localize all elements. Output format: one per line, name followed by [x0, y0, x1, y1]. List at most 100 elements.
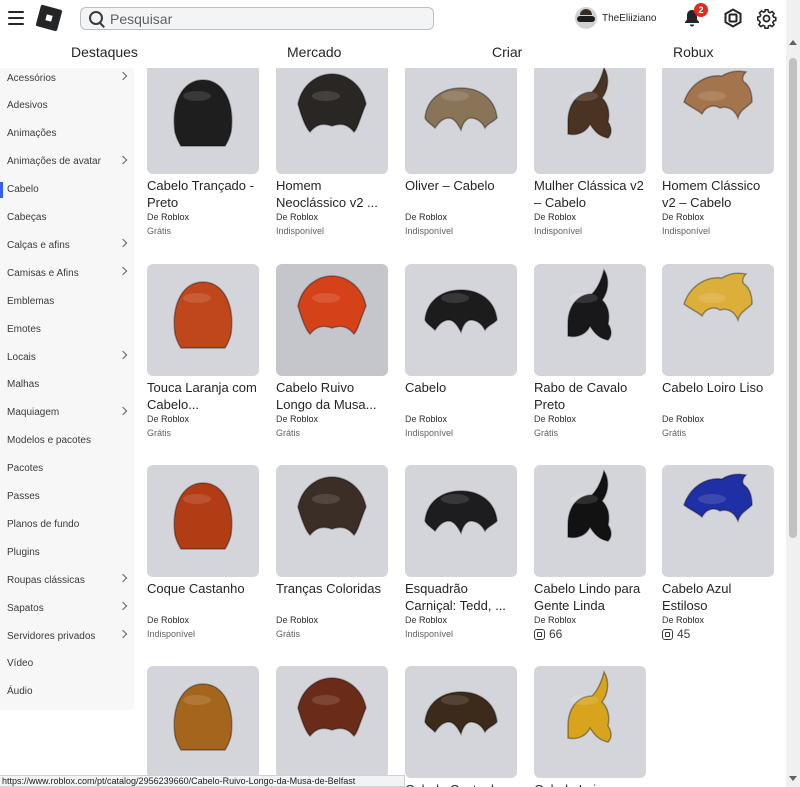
sidebar-item[interactable]: Planos de fundo	[0, 514, 134, 534]
catalog-item-card[interactable]: Cabelo Ruivo Longo da Musa... De Roblox Gr…	[276, 264, 391, 438]
item-thumbnail[interactable]	[276, 465, 388, 577]
item-thumbnail[interactable]	[147, 68, 259, 174]
scroll-thumb[interactable]	[789, 58, 797, 538]
sidebar-item[interactable]: Áudio	[0, 682, 134, 702]
sidebar-item[interactable]: Plugins	[0, 542, 134, 562]
catalog-item-card[interactable]: Cabelo De Roblox Indisponível	[405, 264, 520, 438]
sidebar-item[interactable]: Emotes	[0, 319, 134, 339]
catalog-item-card[interactable]: Cabelo Lindo para Gente Linda De Roblox 66	[534, 465, 649, 641]
catalog-item-card[interactable]: Cabelo Azul Estiloso De Roblox 45	[662, 465, 777, 641]
item-thumbnail[interactable]	[147, 666, 259, 778]
item-name[interactable]: Esquadrão Carniçal: Tedd, ...	[405, 580, 520, 614]
sidebar-item[interactable]: Emblemas	[0, 291, 134, 311]
catalog-item-card[interactable]: Rabo de Cavalo Preto De Roblox Grátis	[534, 264, 649, 438]
item-name[interactable]: Touca Laranja com Cabelo...	[147, 379, 262, 413]
catalog-item-card[interactable]: Cabelo Castanho	[405, 666, 520, 787]
username[interactable]: TheEliiziano	[602, 13, 656, 24]
item-name[interactable]: Mulher Clássica v2 – Cabelo	[534, 177, 649, 211]
roblox-logo-icon[interactable]	[35, 4, 63, 32]
catalog-item-card[interactable]: Touca Laranja com Cabelo... De Roblox Grát…	[147, 264, 262, 438]
item-name[interactable]: Cabelo Loiro Liso	[662, 379, 777, 413]
sidebar-item[interactable]: Maquiagem	[0, 403, 134, 423]
item-thumbnail[interactable]	[405, 264, 517, 376]
item-creator-name[interactable]: Roblox	[419, 615, 447, 625]
item-creator-name[interactable]: Roblox	[161, 615, 189, 625]
item-thumbnail[interactable]	[534, 264, 646, 376]
catalog-item-card[interactable]: Oliver – Cabelo De Roblox Indisponível	[405, 68, 520, 236]
tab-destaques[interactable]: Destaques	[71, 44, 138, 60]
item-creator-name[interactable]: Roblox	[548, 414, 576, 424]
item-creator-name[interactable]: Roblox	[548, 615, 576, 625]
catalog-item-card[interactable]: Homem Clássico v2 – Cabelo De Roblox Indis…	[662, 68, 777, 236]
robux-button[interactable]	[723, 8, 743, 28]
item-creator-name[interactable]: Roblox	[290, 414, 318, 424]
sidebar-item[interactable]: Vídeo	[0, 654, 134, 674]
item-thumbnail[interactable]	[276, 666, 388, 778]
tab-criar[interactable]: Criar	[492, 44, 522, 60]
item-thumbnail[interactable]	[405, 666, 517, 778]
catalog-item-card[interactable]: Esquadrão Carniçal: Tedd, ... De Roblox In…	[405, 465, 520, 639]
item-creator-name[interactable]: Roblox	[290, 615, 318, 625]
catalog-item-card[interactable]: Mulher Clássica v2 – Cabelo De Roblox Indi…	[534, 68, 649, 236]
item-creator-name[interactable]: Roblox	[676, 414, 704, 424]
item-name[interactable]: Homem Neoclássico v2 ...	[276, 177, 391, 211]
catalog-item-card[interactable]: Cabelo Loiro Liso De Roblox Grátis	[662, 264, 777, 438]
item-name[interactable]: Cabelo Ruivo Longo da Musa...	[276, 379, 391, 413]
catalog-item-card[interactable]: Coque Castanho De Roblox Indisponível	[147, 465, 262, 639]
menu-icon[interactable]	[8, 11, 24, 25]
item-name[interactable]: Oliver – Cabelo	[405, 177, 520, 211]
item-name[interactable]: Cabelo Castanho	[405, 781, 520, 787]
item-name[interactable]: Cabelo	[405, 379, 520, 413]
sidebar-item[interactable]: Cabelo	[0, 180, 134, 200]
item-creator-name[interactable]: Roblox	[676, 212, 704, 222]
sidebar-item[interactable]: Camisas e Afins	[0, 263, 134, 283]
item-creator-name[interactable]: Roblox	[161, 212, 189, 222]
item-name[interactable]: Rabo de Cavalo Preto	[534, 379, 649, 413]
item-thumbnail[interactable]	[534, 465, 646, 577]
sidebar-item[interactable]: Malhas	[0, 375, 134, 395]
sidebar-item[interactable]: Animações	[0, 124, 134, 144]
sidebar-item[interactable]: Pacotes	[0, 459, 134, 479]
item-thumbnail[interactable]	[147, 465, 259, 577]
item-creator-name[interactable]: Roblox	[676, 615, 704, 625]
sidebar-item[interactable]: Animações de avatar	[0, 152, 134, 172]
item-thumbnail[interactable]	[276, 68, 388, 174]
search-input[interactable]: Pesquisar	[110, 11, 172, 27]
sidebar-item[interactable]: Cabeças	[0, 208, 134, 228]
sidebar-item[interactable]: Calças e afins	[0, 235, 134, 255]
tab-robux[interactable]: Robux	[673, 44, 713, 60]
catalog-item-card[interactable]	[147, 666, 262, 787]
item-name[interactable]: Cabelo Loiro	[534, 781, 649, 787]
item-thumbnail[interactable]	[147, 264, 259, 376]
notifications-button[interactable]: 2	[682, 3, 708, 28]
sidebar-item[interactable]: Modelos e pacotes	[0, 431, 134, 451]
settings-button[interactable]	[756, 8, 777, 30]
item-thumbnail[interactable]	[405, 465, 517, 577]
avatar[interactable]	[575, 7, 597, 29]
catalog-item-card[interactable]: Cabelo Loiro	[534, 666, 649, 787]
catalog-item-card[interactable]: Tranças Coloridas De Roblox Grátis	[276, 465, 391, 639]
scroll-down-icon[interactable]	[789, 776, 797, 781]
sidebar-item[interactable]: Acessórios	[0, 68, 134, 88]
catalog-item-card[interactable]: Homem Neoclássico v2 ... De Roblox Indispo…	[276, 68, 391, 236]
sidebar-item[interactable]: Adesivos	[0, 96, 134, 116]
sidebar-item[interactable]: Locais	[0, 347, 134, 367]
item-name[interactable]: Cabelo Lindo para Gente Linda	[534, 580, 649, 614]
item-name[interactable]: Tranças Coloridas	[276, 580, 391, 614]
item-thumbnail[interactable]	[534, 68, 646, 174]
catalog-item-card[interactable]: Cabelo Trançado - Preto De Roblox Grátis	[147, 68, 262, 236]
item-name[interactable]: Cabelo Trançado - Preto	[147, 177, 262, 211]
sidebar-item[interactable]: Servidores privados	[0, 626, 134, 646]
sidebar-item[interactable]: Sapatos	[0, 598, 134, 618]
item-thumbnail[interactable]	[276, 264, 388, 376]
item-name[interactable]: Coque Castanho	[147, 580, 262, 614]
item-name[interactable]: Homem Clássico v2 – Cabelo	[662, 177, 777, 211]
item-creator-name[interactable]: Roblox	[548, 212, 576, 222]
item-thumbnail[interactable]	[662, 465, 774, 577]
item-creator-name[interactable]: Roblox	[290, 212, 318, 222]
user-profile[interactable]: TheEliiziano	[575, 7, 656, 29]
item-name[interactable]: Cabelo Azul Estiloso	[662, 580, 777, 614]
scroll-up-icon[interactable]	[789, 40, 797, 45]
item-thumbnail[interactable]	[534, 666, 646, 778]
item-thumbnail[interactable]	[662, 264, 774, 376]
